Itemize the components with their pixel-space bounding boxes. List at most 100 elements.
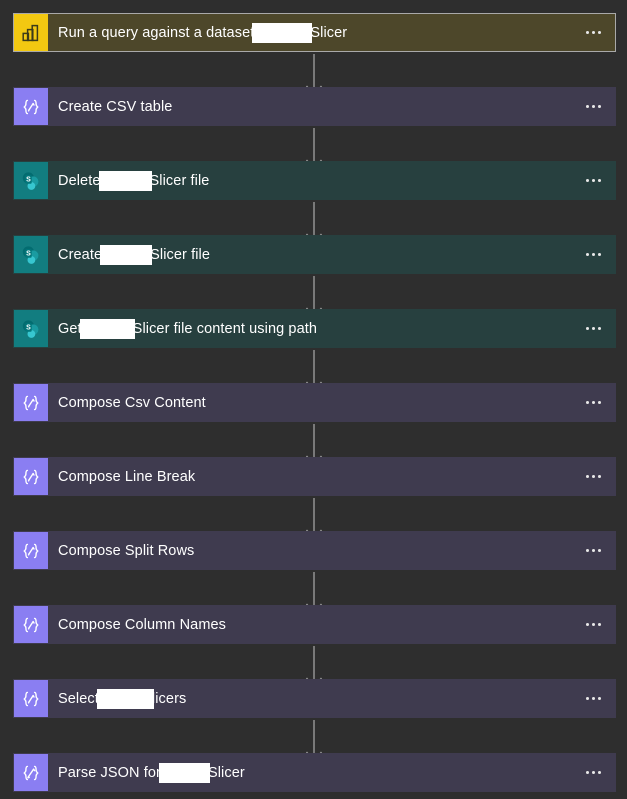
flow-step-more-commands-button[interactable] — [571, 680, 615, 717]
flow-step-title-after: Slicer — [207, 764, 245, 781]
ellipsis-dot-icon — [585, 623, 589, 626]
flow-step-card-get-slicer-file-content-using-path[interactable]: S Get Slicer file content using path — [13, 309, 616, 348]
ellipsis-dot-icon — [591, 549, 595, 552]
redacted-text-block — [96, 688, 154, 709]
flow-step-title-before: Compose Column Names — [58, 616, 227, 633]
flow-step-title-after: Slicer file — [149, 172, 210, 189]
redacted-text-block — [98, 170, 152, 191]
flow-step-title-before: Compose Line Break — [58, 468, 196, 485]
redacted-text-block — [100, 244, 153, 265]
flow-step-card-parse-json-for-slicer[interactable]: Parse JSON for Slicer — [13, 753, 616, 792]
compose-icon — [14, 384, 48, 421]
flow-step-title: Create Slicer file — [48, 236, 571, 273]
flow-step-card-select-slicers[interactable]: Select licers — [13, 679, 616, 718]
redacted-text-block — [252, 22, 313, 43]
ellipsis-dot-icon — [597, 31, 601, 34]
ellipsis-dot-icon — [597, 253, 601, 256]
compose-icon — [14, 680, 48, 717]
compose-icon — [14, 532, 48, 569]
ellipsis-dot-icon — [591, 31, 595, 34]
ellipsis-dot-icon — [585, 179, 589, 182]
flow-step-title: Compose Csv Content — [48, 384, 571, 421]
ellipsis-dot-icon — [597, 697, 601, 700]
svg-text:S: S — [26, 324, 31, 331]
flow-step-more-commands-button[interactable] — [571, 88, 615, 125]
flow-step-more-commands-button[interactable] — [571, 606, 615, 643]
flow-step-more-commands-button[interactable] — [571, 532, 615, 569]
ellipsis-dot-icon — [585, 105, 589, 108]
parse-json-icon — [14, 754, 48, 791]
flow-step-title: Run a query against a dataset Slicer — [48, 14, 571, 51]
ellipsis-dot-icon — [591, 623, 595, 626]
ellipsis-dot-icon — [597, 105, 601, 108]
flow-step-title-after: Slicer file content using path — [132, 320, 318, 337]
ellipsis-dot-icon — [585, 697, 589, 700]
flow-step-title-after: licers — [151, 690, 187, 707]
flow-step-title: Compose Split Rows — [48, 532, 571, 569]
ellipsis-dot-icon — [597, 623, 601, 626]
flow-step-more-commands-button[interactable] — [571, 236, 615, 273]
flow-step-title: Select licers — [48, 680, 571, 717]
flow-step-more-commands-button[interactable] — [571, 384, 615, 421]
flow-step-title-before: Delete — [58, 172, 101, 189]
flow-step-more-commands-button[interactable] — [571, 310, 615, 347]
flow-step-more-commands-button[interactable] — [571, 162, 615, 199]
ellipsis-dot-icon — [585, 475, 589, 478]
flow-step-more-commands-button[interactable] — [571, 458, 615, 495]
ellipsis-dot-icon — [591, 771, 595, 774]
sharepoint-icon: S — [14, 236, 48, 273]
sharepoint-icon: S — [14, 162, 48, 199]
flow-step-title-before: Create CSV table — [58, 98, 173, 115]
svg-text:S: S — [26, 176, 31, 183]
compose-icon — [14, 458, 48, 495]
ellipsis-dot-icon — [591, 253, 595, 256]
ellipsis-dot-icon — [591, 179, 595, 182]
flow-step-card-create-csv-table[interactable]: Create CSV table — [13, 87, 616, 126]
flow-step-title: Parse JSON for Slicer — [48, 754, 571, 791]
flow-step-title-after: Slicer file — [150, 246, 211, 263]
ellipsis-dot-icon — [597, 549, 601, 552]
ellipsis-dot-icon — [585, 327, 589, 330]
compose-icon — [14, 88, 48, 125]
power-bi-icon — [14, 14, 48, 51]
ellipsis-dot-icon — [597, 401, 601, 404]
flow-step-title-before: Select — [58, 690, 99, 707]
flow-step-title-before: Create — [58, 246, 103, 263]
flow-step-title: Compose Line Break — [48, 458, 571, 495]
ellipsis-dot-icon — [597, 475, 601, 478]
flow-step-title-before: Compose Csv Content — [58, 394, 206, 411]
flow-step-title: Get Slicer file content using path — [48, 310, 571, 347]
redacted-text-block — [79, 318, 135, 339]
flow-step-card-create-slicer-file[interactable]: S Create Slicer file — [13, 235, 616, 274]
flow-step-title-before: Compose Split Rows — [58, 542, 195, 559]
flow-step-title-before: Parse JSON for — [58, 764, 161, 781]
flow-step-title-after: Slicer — [310, 24, 348, 41]
flow-step-card-compose-csv-content[interactable]: Compose Csv Content — [13, 383, 616, 422]
flow-designer-canvas: Run a query against a dataset Slicer Creat… — [0, 0, 627, 799]
ellipsis-dot-icon — [591, 475, 595, 478]
flow-step-more-commands-button[interactable] — [571, 14, 615, 51]
ellipsis-dot-icon — [585, 401, 589, 404]
flow-step-title: Compose Column Names — [48, 606, 571, 643]
ellipsis-dot-icon — [585, 549, 589, 552]
flow-step-more-commands-button[interactable] — [571, 754, 615, 791]
flow-step-card-compose-column-names[interactable]: Compose Column Names — [13, 605, 616, 644]
flow-step-card-run-query-against-dataset[interactable]: Run a query against a dataset Slicer — [13, 13, 616, 52]
ellipsis-dot-icon — [585, 771, 589, 774]
redacted-text-block — [158, 762, 210, 783]
ellipsis-dot-icon — [591, 105, 595, 108]
ellipsis-dot-icon — [585, 253, 589, 256]
ellipsis-dot-icon — [597, 327, 601, 330]
flow-step-card-delete-slicer-file[interactable]: S Delete Slicer file — [13, 161, 616, 200]
flow-step-card-compose-line-break[interactable]: Compose Line Break — [13, 457, 616, 496]
flow-step-card-compose-split-rows[interactable]: Compose Split Rows — [13, 531, 616, 570]
ellipsis-dot-icon — [591, 697, 595, 700]
flow-step-title: Delete Slicer file — [48, 162, 571, 199]
ellipsis-dot-icon — [597, 179, 601, 182]
svg-text:S: S — [26, 250, 31, 257]
ellipsis-dot-icon — [597, 771, 601, 774]
flow-step-title-before: Run a query against a dataset — [58, 24, 255, 41]
flow-step-title-before: Get — [58, 320, 82, 337]
ellipsis-dot-icon — [591, 401, 595, 404]
flow-step-title: Create CSV table — [48, 88, 571, 125]
